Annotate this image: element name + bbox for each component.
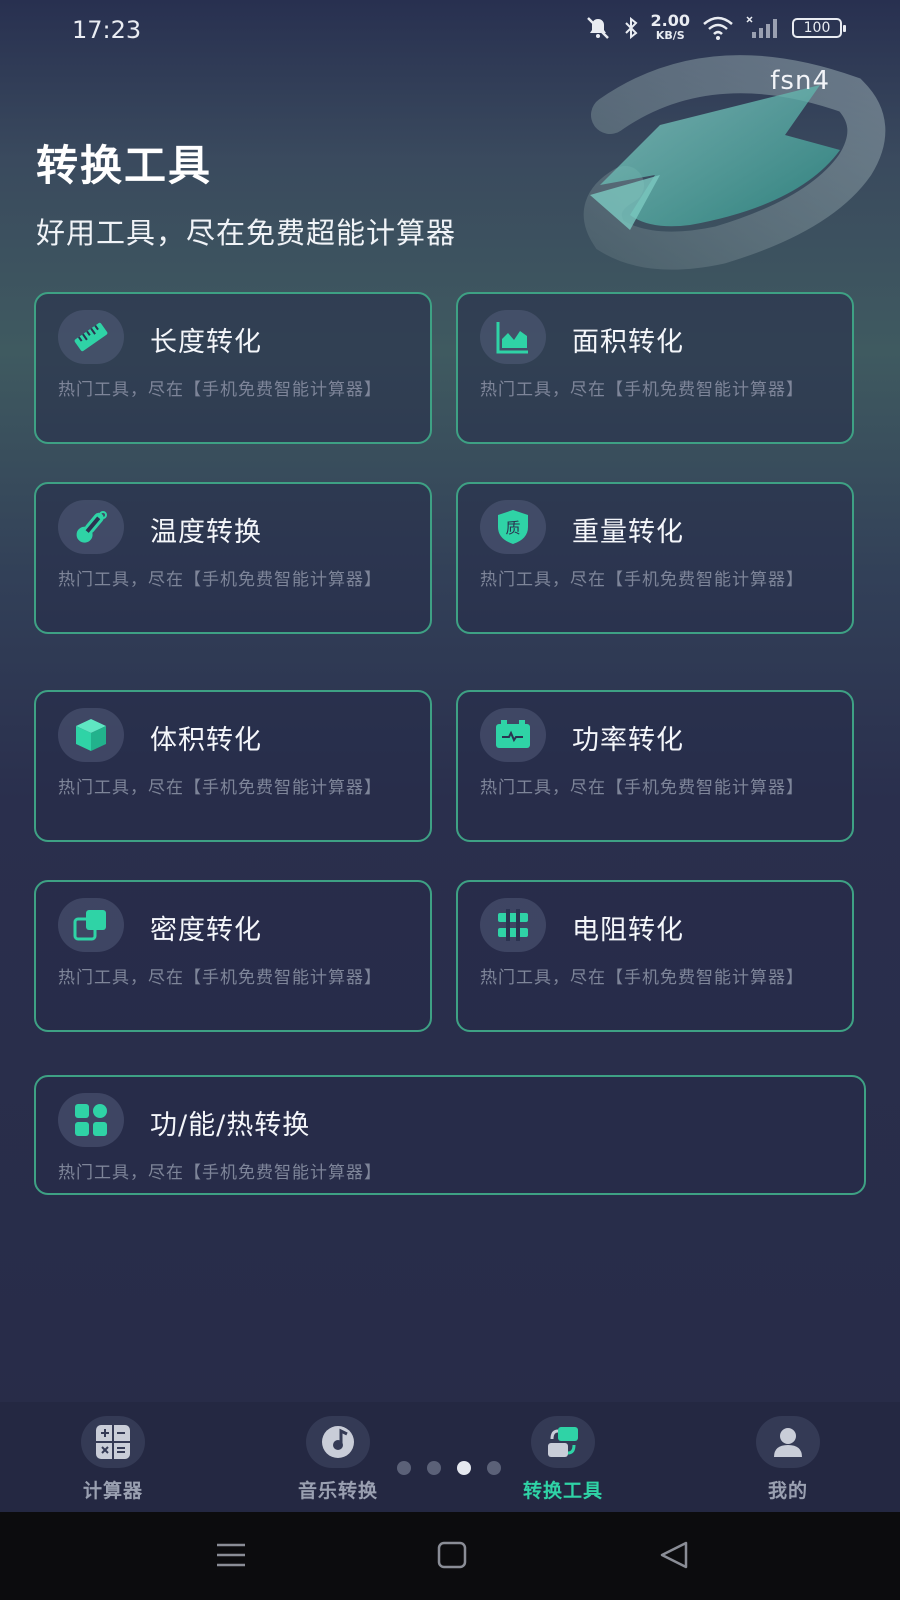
tool-card-title: 功/能/热转换 — [150, 1110, 311, 1141]
tool-card-title: 面积转化 — [572, 327, 684, 358]
bluetooth-icon — [623, 16, 639, 40]
weight-badge-text: 质 — [505, 519, 520, 537]
bottom-nav: 计算器 音乐转换 转换工具 我的 — [0, 1402, 900, 1512]
page-title: 转换工具 — [36, 141, 213, 190]
tool-card-desc: 热门工具，尽在【手机免费智能计算器】 — [58, 778, 382, 798]
cube-icon — [58, 708, 124, 762]
tool-card-desc: 热门工具，尽在【手机免费智能计算器】 — [58, 380, 382, 400]
tool-card-weight[interactable]: 质 重量转化 热门工具，尽在【手机免费智能计算器】 — [456, 482, 854, 634]
tool-card-length[interactable]: 长度转化 热门工具，尽在【手机免费智能计算器】 — [34, 292, 432, 444]
tool-card-desc: 热门工具，尽在【手机免费智能计算器】 — [58, 570, 382, 590]
profile-icon — [756, 1416, 820, 1468]
tool-card-title: 重量转化 — [572, 517, 684, 548]
tool-card-title: 长度转化 — [150, 327, 262, 358]
page-dot[interactable] — [397, 1461, 411, 1475]
home-icon[interactable] — [436, 1540, 468, 1570]
page-subtitle: 好用工具，尽在免费超能计算器 — [36, 216, 457, 250]
signal-icon — [746, 16, 780, 40]
nav-music-convert[interactable]: 音乐转换 — [268, 1416, 408, 1503]
battery-indicator: 100 — [792, 18, 846, 38]
status-time: 17:23 — [72, 16, 142, 44]
thermometer-icon — [58, 500, 124, 554]
tool-card-title: 功率转化 — [572, 725, 684, 756]
tool-card-volume[interactable]: 体积转化 热门工具，尽在【手机免费智能计算器】 — [34, 690, 432, 842]
system-nav-bar — [0, 1512, 900, 1600]
tool-card-title: 温度转换 — [150, 517, 262, 548]
nav-label: 转换工具 — [522, 1480, 603, 1502]
wifi-icon — [702, 16, 734, 40]
grid-icon — [58, 1093, 124, 1147]
nav-label: 我的 — [767, 1480, 808, 1502]
tool-card-power[interactable]: 功率转化 热门工具，尽在【手机免费智能计算器】 — [456, 690, 854, 842]
calculator-icon — [81, 1416, 145, 1468]
tool-card-desc: 热门工具，尽在【手机免费智能计算器】 — [480, 778, 804, 798]
network-speed-value: 2.00 — [650, 11, 690, 30]
tool-card-temperature[interactable]: 温度转换 热门工具，尽在【手机免费智能计算器】 — [34, 482, 432, 634]
network-speed: 2.00 KB/S — [650, 11, 690, 43]
tool-card-desc: 热门工具，尽在【手机免费智能计算器】 — [58, 1163, 382, 1183]
tool-card-desc: 热门工具，尽在【手机免费智能计算器】 — [480, 380, 804, 400]
page-dot[interactable] — [487, 1461, 501, 1475]
user-name[interactable]: fsn4 — [770, 66, 830, 96]
menu-icon[interactable] — [214, 1540, 248, 1570]
tool-card-density[interactable]: 密度转化 热门工具，尽在【手机免费智能计算器】 — [34, 880, 432, 1032]
tool-card-title: 体积转化 — [150, 725, 262, 756]
mute-icon — [585, 16, 611, 40]
nav-convert-tools[interactable]: 转换工具 — [493, 1416, 633, 1503]
status-icons: 2.00 KB/S 100 — [585, 11, 846, 43]
ruler-icon — [58, 310, 124, 364]
tool-card-title: 电阻转化 — [572, 915, 684, 946]
nav-label: 计算器 — [82, 1480, 143, 1502]
music-disc-icon — [306, 1416, 370, 1468]
tool-card-area[interactable]: 面积转化 热门工具，尽在【手机免费智能计算器】 — [456, 292, 854, 444]
nav-profile[interactable]: 我的 — [718, 1416, 858, 1503]
area-chart-icon — [480, 310, 546, 364]
network-speed-unit: KB/S — [655, 29, 685, 42]
page-indicator — [397, 1461, 501, 1475]
nav-label: 音乐转换 — [297, 1480, 378, 1502]
tool-card-desc: 热门工具，尽在【手机免费智能计算器】 — [58, 968, 382, 988]
resistor-icon — [480, 898, 546, 952]
page-dot-active[interactable] — [457, 1461, 471, 1475]
tool-card-title: 密度转化 — [150, 915, 262, 946]
convert-arrows-illustration — [583, 55, 886, 270]
nav-calculator[interactable]: 计算器 — [43, 1416, 183, 1503]
tool-card-resistance[interactable]: 电阻转化 热门工具，尽在【手机免费智能计算器】 — [456, 880, 854, 1032]
back-icon[interactable] — [658, 1540, 690, 1570]
page-dot[interactable] — [427, 1461, 441, 1475]
tool-card-work-energy-heat[interactable]: 功/能/热转换 热门工具，尽在【手机免费智能计算器】 — [34, 1075, 866, 1195]
tool-card-desc: 热门工具，尽在【手机免费智能计算器】 — [480, 968, 804, 988]
status-bar: 17:23 2.00 KB/S 100 — [0, 0, 900, 62]
convert-icon — [531, 1416, 595, 1468]
battery-pulse-icon — [480, 708, 546, 762]
tool-card-desc: 热门工具，尽在【手机免费智能计算器】 — [480, 570, 804, 590]
weight-badge-icon: 质 — [480, 500, 546, 554]
layers-icon — [58, 898, 124, 952]
